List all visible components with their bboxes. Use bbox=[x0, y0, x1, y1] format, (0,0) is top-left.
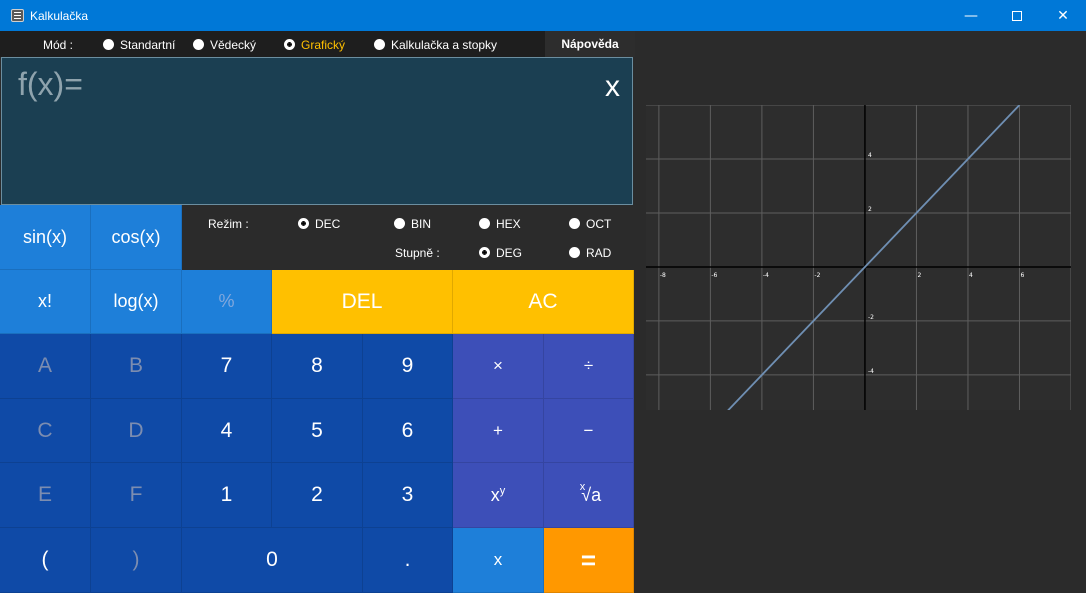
help-button[interactable]: Nápověda bbox=[545, 31, 635, 57]
function-graph[interactable]: -8-6-4-2246642-2-4 bbox=[646, 105, 1071, 410]
settings-panel: Režim : DEC BIN HEX OCT Stupně : DEG RAD bbox=[182, 205, 635, 270]
x-tick-label: -6 bbox=[711, 272, 717, 279]
minimize-icon: — bbox=[964, 7, 978, 24]
x-tick-label: 2 bbox=[917, 272, 921, 279]
close-icon: ✕ bbox=[1057, 7, 1069, 24]
subtract-button[interactable]: − bbox=[544, 399, 634, 463]
x-tick-label: 6 bbox=[1020, 272, 1024, 279]
mode-bar: Mód : Standartní Vědecký Grafický Kalkul… bbox=[0, 31, 635, 57]
y-tick-label: -2 bbox=[868, 314, 874, 321]
divide-button[interactable]: ÷ bbox=[544, 334, 634, 399]
title-bar: Kalkulačka — ✕ bbox=[0, 0, 1086, 31]
x-tick-label: -2 bbox=[814, 272, 820, 279]
digit-0-button[interactable]: 0 bbox=[182, 528, 363, 593]
root-button[interactable]: x √a bbox=[544, 463, 634, 528]
digit-7-button[interactable]: 7 bbox=[182, 334, 272, 399]
add-button[interactable]: + bbox=[453, 399, 544, 463]
hex-f-button[interactable]: F bbox=[91, 463, 182, 528]
maximize-button[interactable] bbox=[994, 0, 1040, 31]
multiply-button[interactable]: × bbox=[453, 334, 544, 399]
digit-3-button[interactable]: 3 bbox=[363, 463, 453, 528]
hex-d-button[interactable]: D bbox=[91, 399, 182, 463]
delete-button[interactable]: DEL bbox=[272, 270, 453, 334]
graph-background bbox=[646, 105, 1071, 410]
radio-bin[interactable] bbox=[394, 218, 405, 229]
angle-label: Stupně : bbox=[395, 246, 440, 260]
power-base: x bbox=[490, 484, 500, 505]
digit-4-button[interactable]: 4 bbox=[182, 399, 272, 463]
radio-scientific[interactable] bbox=[193, 39, 204, 50]
radio-stopwatch[interactable] bbox=[374, 39, 385, 50]
y-tick-label: 4 bbox=[868, 152, 872, 159]
digit-8-button[interactable]: 8 bbox=[272, 334, 363, 399]
window-title: Kalkulačka bbox=[30, 8, 89, 23]
x-tick-label: 4 bbox=[969, 272, 973, 279]
digit-6-button[interactable]: 6 bbox=[363, 399, 453, 463]
digit-1-button[interactable]: 1 bbox=[182, 463, 272, 528]
mode-option-scientific[interactable]: Vědecký bbox=[210, 38, 256, 52]
mode-option-graphic[interactable]: Grafický bbox=[301, 38, 345, 52]
cos-button[interactable]: cos(x) bbox=[91, 205, 182, 270]
equals-button[interactable]: = bbox=[544, 528, 634, 593]
radio-deg[interactable] bbox=[479, 247, 490, 258]
expression-label: f(x)= bbox=[18, 66, 83, 102]
percent-button[interactable]: % bbox=[182, 270, 272, 334]
right-paren-button[interactable]: ) bbox=[91, 528, 182, 593]
base-oct[interactable]: OCT bbox=[586, 217, 611, 231]
hex-a-button[interactable]: A bbox=[0, 334, 91, 399]
expression-display[interactable]: f(x)= x bbox=[1, 57, 633, 205]
digit-9-button[interactable]: 9 bbox=[363, 334, 453, 399]
sin-button[interactable]: sin(x) bbox=[0, 205, 91, 270]
factorial-button[interactable]: x! bbox=[0, 270, 91, 334]
power-button[interactable]: xy bbox=[453, 463, 544, 528]
mode-label: Mód : bbox=[43, 38, 74, 52]
log-button[interactable]: log(x) bbox=[91, 270, 182, 334]
minimize-button[interactable]: — bbox=[948, 0, 994, 31]
base-hex[interactable]: HEX bbox=[496, 217, 521, 231]
base-dec[interactable]: DEC bbox=[315, 217, 340, 231]
hex-c-button[interactable]: C bbox=[0, 399, 91, 463]
radio-oct[interactable] bbox=[569, 218, 580, 229]
angle-rad[interactable]: RAD bbox=[586, 246, 611, 260]
mode-option-stopwatch[interactable]: Kalkulačka a stopky bbox=[391, 38, 497, 52]
base-mode-label: Režim : bbox=[208, 217, 249, 231]
radio-graphic[interactable] bbox=[284, 39, 295, 50]
mode-option-standard[interactable]: Standartní bbox=[120, 38, 175, 52]
y-tick-label: 2 bbox=[868, 206, 872, 213]
maximize-icon bbox=[1012, 10, 1022, 21]
y-tick-label: -4 bbox=[868, 368, 874, 375]
x-tick-label: -4 bbox=[763, 272, 769, 279]
close-button[interactable]: ✕ bbox=[1040, 0, 1086, 31]
left-paren-button[interactable]: ( bbox=[0, 528, 91, 593]
digit-5-button[interactable]: 5 bbox=[272, 399, 363, 463]
root-index: x bbox=[579, 481, 586, 493]
hex-b-button[interactable]: B bbox=[91, 334, 182, 399]
all-clear-button[interactable]: AC bbox=[453, 270, 634, 334]
radio-hex[interactable] bbox=[479, 218, 490, 229]
base-bin[interactable]: BIN bbox=[411, 217, 431, 231]
decimal-point-button[interactable]: . bbox=[363, 528, 453, 593]
radio-dec[interactable] bbox=[298, 218, 309, 229]
variable-x-button[interactable]: x bbox=[453, 528, 544, 593]
x-tick-label: -8 bbox=[660, 272, 666, 279]
expression-value: x bbox=[605, 70, 620, 103]
angle-deg[interactable]: DEG bbox=[496, 246, 522, 260]
radio-standard[interactable] bbox=[103, 39, 114, 50]
hex-e-button[interactable]: E bbox=[0, 463, 91, 528]
power-exponent: y bbox=[499, 485, 506, 497]
radio-rad[interactable] bbox=[569, 247, 580, 258]
calculator-icon bbox=[11, 9, 24, 22]
digit-2-button[interactable]: 2 bbox=[272, 463, 363, 528]
